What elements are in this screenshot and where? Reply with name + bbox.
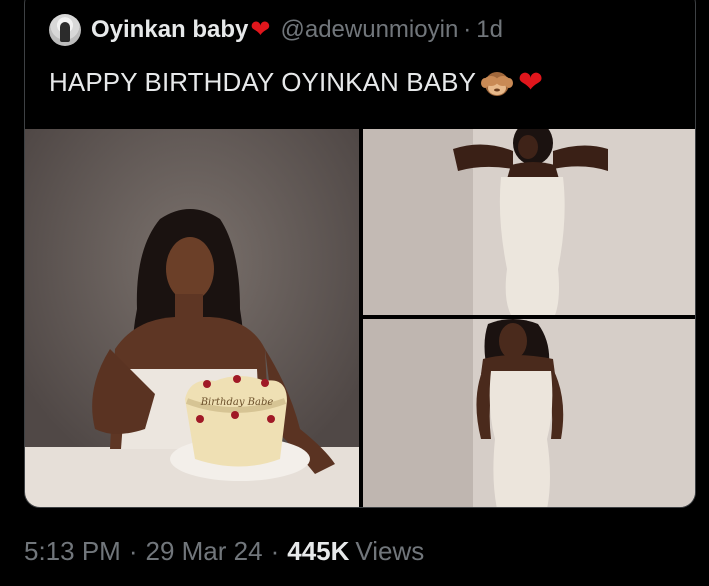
- tweet-text: HAPPY BIRTHDAY OYINKAN BABY ❤: [49, 67, 543, 98]
- display-name[interactable]: Oyinkan baby: [91, 16, 248, 44]
- avatar[interactable]: [49, 14, 81, 46]
- tweet-header: Oyinkan baby ❤ @adewunmioyin · 1d: [49, 14, 503, 46]
- media-grid: Birthday Babe: [25, 129, 695, 507]
- see-no-evil-monkey-icon: [480, 68, 514, 98]
- quoted-tweet-card[interactable]: Oyinkan baby ❤ @adewunmioyin · 1d HAPPY …: [24, 0, 696, 508]
- post-time-ago[interactable]: 1d: [476, 16, 503, 44]
- woman-with-birthday-cake-photo[interactable]: Birthday Babe: [25, 129, 359, 507]
- user-handle[interactable]: @adewunmioyin: [281, 16, 459, 44]
- woman-in-white-dress-photo-1[interactable]: [363, 129, 695, 315]
- views-label: Views: [355, 536, 425, 566]
- post-date[interactable]: 29 Mar 24: [146, 536, 263, 567]
- separator-dot: ·: [463, 16, 472, 43]
- woman-in-white-dress-photo-2[interactable]: [363, 319, 695, 507]
- post-time[interactable]: 5:13 PM: [24, 536, 121, 567]
- cake-inscription: Birthday Babe: [200, 397, 274, 408]
- tweet-meta-footer: 5:13 PM · 29 Mar 24 · 445K Views: [24, 536, 424, 567]
- separator-dot: ·: [270, 536, 280, 566]
- tweet-text-body: HAPPY BIRTHDAY OYINKAN BABY: [49, 67, 477, 97]
- views-count[interactable]: 445K: [287, 536, 349, 567]
- red-heart-icon: ❤: [518, 65, 544, 99]
- separator-dot: ·: [128, 536, 138, 566]
- heart-emoji-icon: ❤: [250, 16, 271, 43]
